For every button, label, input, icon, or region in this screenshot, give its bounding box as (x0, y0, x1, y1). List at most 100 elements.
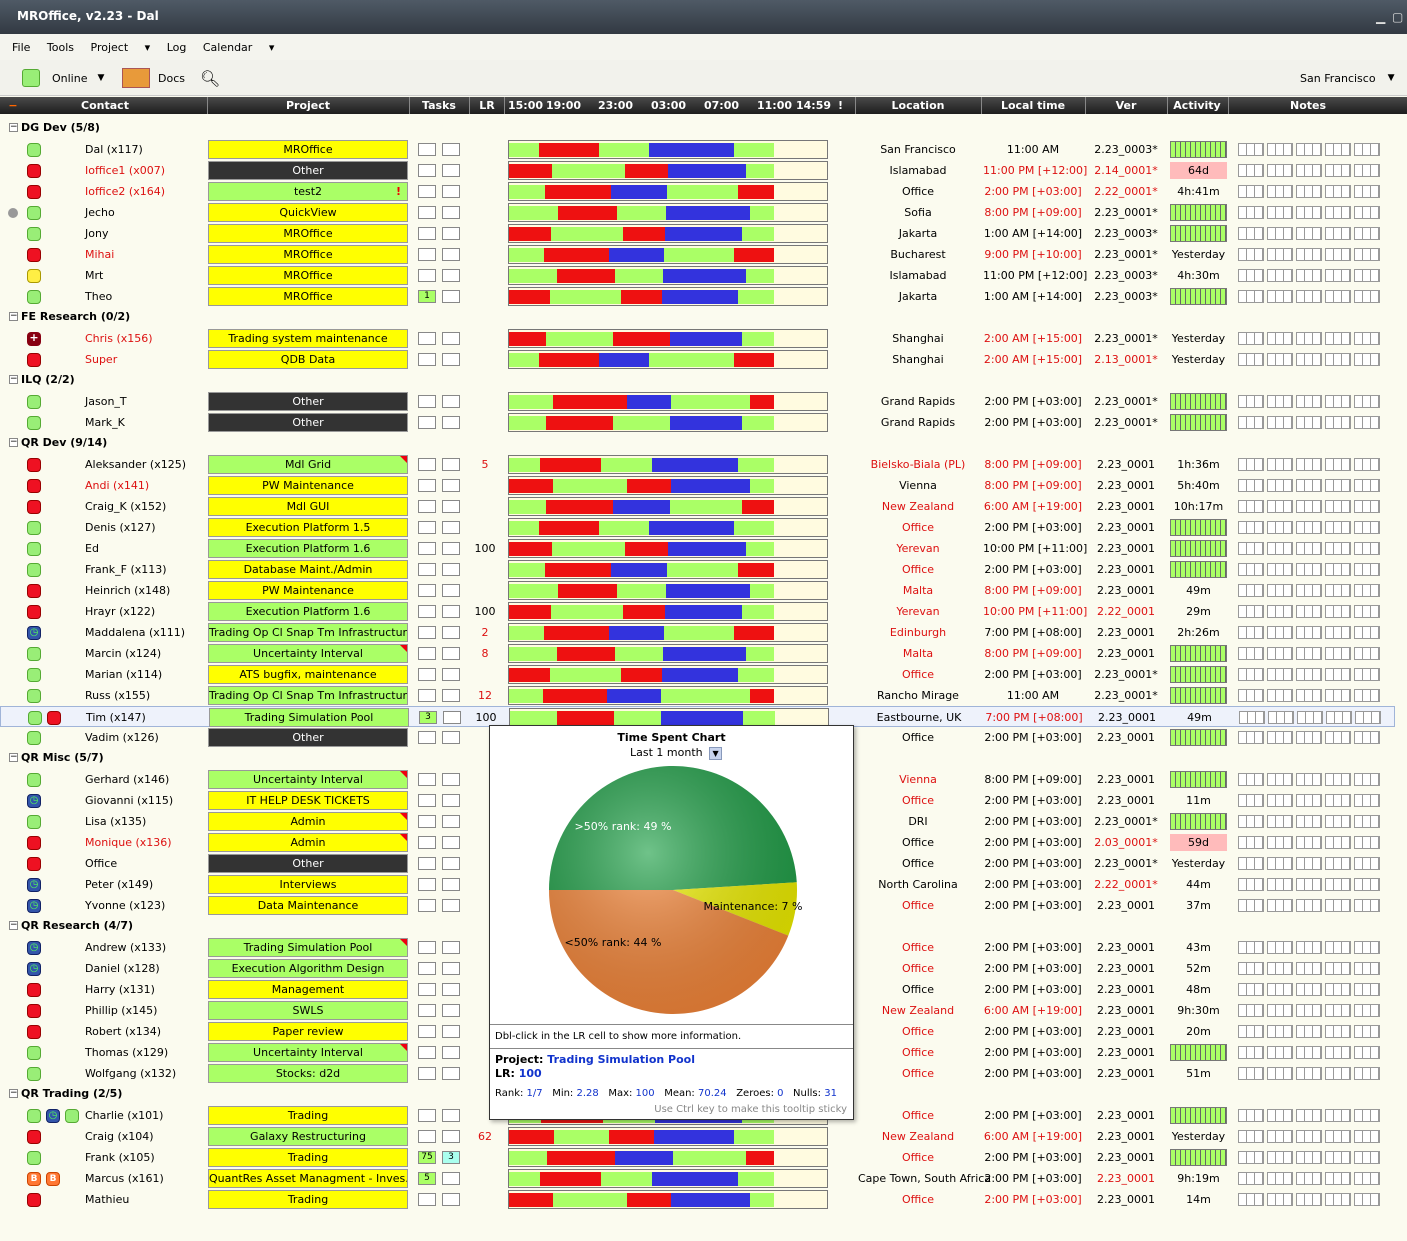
location-select[interactable]: San Francisco ▼ (1300, 64, 1395, 92)
note-box[interactable] (1354, 1025, 1380, 1038)
contact-row[interactable]: Marian (x114) ATS bugfix, maintenance Offi… (0, 664, 1395, 685)
note-box[interactable] (1267, 563, 1293, 576)
note-box[interactable] (1354, 878, 1380, 891)
note-box[interactable] (1267, 1004, 1293, 1017)
note-box[interactable] (1325, 248, 1351, 261)
note-box[interactable] (1296, 185, 1322, 198)
note-box[interactable] (1296, 962, 1322, 975)
note-box[interactable] (1267, 962, 1293, 975)
status-icon[interactable] (27, 563, 41, 577)
contact-row[interactable]: Ioffice1 (x007) Other Islamabad 11:00 PM [+… (0, 160, 1395, 181)
contact-name[interactable]: Jason_T (85, 395, 127, 408)
lr-value[interactable]: 100 (470, 542, 500, 555)
note-box[interactable] (1325, 857, 1351, 870)
task-count[interactable] (418, 899, 436, 912)
note-box[interactable] (1238, 878, 1264, 891)
note-box[interactable] (1267, 395, 1293, 408)
contact-name[interactable]: Ioffice2 (x164) (85, 185, 165, 198)
collapse-icon[interactable]: − (9, 375, 18, 384)
note-box[interactable] (1325, 290, 1351, 303)
lr-value[interactable]: 62 (470, 1130, 500, 1143)
note-box[interactable] (1354, 941, 1380, 954)
note-box[interactable] (1267, 647, 1293, 660)
status-icon[interactable] (27, 227, 41, 241)
project-cell[interactable]: Admin (208, 833, 408, 852)
project-cell[interactable]: MROffice (208, 224, 408, 243)
status-icon[interactable] (27, 857, 41, 871)
contact-name[interactable]: Jony (85, 227, 108, 240)
project-cell[interactable]: SWLS (208, 1001, 408, 1020)
note-box[interactable] (1325, 1130, 1351, 1143)
status-icon[interactable] (27, 605, 41, 619)
note-box[interactable] (1354, 1172, 1380, 1185)
note-box[interactable] (1325, 185, 1351, 198)
status-icon[interactable] (27, 1046, 41, 1060)
note-box[interactable] (1267, 185, 1293, 198)
note-box[interactable] (1325, 353, 1351, 366)
col-activity[interactable]: Activity (1168, 99, 1226, 112)
contact-row[interactable]: Mihai MROffice Bucharest 9:00 PM [+10:00] 2.… (0, 244, 1395, 265)
group-header[interactable]: − DG Dev (5/8) (0, 118, 1395, 139)
contact-row[interactable]: ◷ Maddalena (x111) Trading Op Cl Snap Tm I… (0, 622, 1395, 643)
note-box[interactable] (1325, 1109, 1351, 1122)
note-box[interactable] (1267, 164, 1293, 177)
status-icon[interactable] (27, 1109, 41, 1123)
task-count[interactable] (418, 878, 436, 891)
task-count-2[interactable] (442, 878, 460, 891)
group-header[interactable]: − FE Research (0/2) (0, 307, 1395, 328)
note-box[interactable] (1296, 626, 1322, 639)
task-count-2[interactable] (442, 227, 460, 240)
note-box[interactable] (1238, 290, 1264, 303)
col-ver[interactable]: Ver (1086, 99, 1166, 112)
task-count-2[interactable] (442, 143, 460, 156)
task-count-2[interactable] (442, 794, 460, 807)
note-box[interactable] (1296, 878, 1322, 891)
note-box[interactable] (1325, 836, 1351, 849)
contact-name[interactable]: Craig_K (x152) (85, 500, 166, 513)
project-cell[interactable]: MROffice (208, 266, 408, 285)
note-box[interactable] (1296, 269, 1322, 282)
note-box[interactable] (1296, 1193, 1322, 1206)
task-count[interactable] (418, 983, 436, 996)
contact-row[interactable]: Andi (x141) PW Maintenance Vienna 8:00 PM [… (0, 475, 1395, 496)
note-box[interactable] (1325, 605, 1351, 618)
note-box[interactable] (1296, 248, 1322, 261)
note-box[interactable] (1296, 1172, 1322, 1185)
contact-row[interactable]: Mrt MROffice Islamabad 11:00 PM [+12:00] 2.2… (0, 265, 1395, 286)
lr-value[interactable]: 100 (470, 605, 500, 618)
task-count[interactable] (418, 164, 436, 177)
task-count[interactable] (418, 689, 436, 702)
lr-value[interactable]: 100 (471, 711, 501, 724)
status-icon[interactable] (27, 1067, 41, 1081)
task-count-2[interactable] (442, 269, 460, 282)
contact-name[interactable]: Maddalena (x111) (85, 626, 185, 639)
note-box[interactable] (1267, 857, 1293, 870)
contact-row[interactable]: Russ (x155) Trading Op Cl Snap Tm Infrast… (0, 685, 1395, 706)
contact-name[interactable]: Andrew (x133) (85, 941, 166, 954)
collapse-icon[interactable]: − (9, 921, 18, 930)
lr-value[interactable]: 8 (470, 647, 500, 660)
note-box[interactable] (1325, 332, 1351, 345)
project-cell[interactable]: Other (208, 413, 408, 432)
contact-row[interactable]: Frank (x105) Trading 75 3 Office 2:00 PM [+03… (0, 1147, 1395, 1168)
note-box[interactable] (1296, 899, 1322, 912)
task-count[interactable] (418, 857, 436, 870)
task-count-2[interactable] (442, 458, 460, 471)
project-cell[interactable]: Management (208, 980, 408, 999)
status-dropdown[interactable]: Online ▼ (22, 64, 104, 92)
contact-name[interactable]: Hrayr (x122) (85, 605, 155, 618)
contact-row[interactable]: Marcin (x124) Uncertainty Interval 8 Malta 8… (0, 643, 1395, 664)
task-count-2[interactable] (442, 521, 460, 534)
note-box[interactable] (1238, 1004, 1264, 1017)
note-box[interactable] (1267, 479, 1293, 492)
task-count[interactable] (418, 1130, 436, 1143)
status-icon[interactable] (27, 584, 41, 598)
task-count-2[interactable] (442, 857, 460, 870)
note-box[interactable] (1354, 1109, 1380, 1122)
note-box[interactable] (1238, 773, 1264, 786)
note-box[interactable] (1238, 836, 1264, 849)
project-cell[interactable]: Trading Op Cl Snap Tm Infrastructure (208, 686, 408, 705)
contact-row[interactable]: Jason_T Other Grand Rapids 2:00 PM [+03:00]… (0, 391, 1395, 412)
note-box[interactable] (1267, 941, 1293, 954)
note-box[interactable] (1267, 290, 1293, 303)
